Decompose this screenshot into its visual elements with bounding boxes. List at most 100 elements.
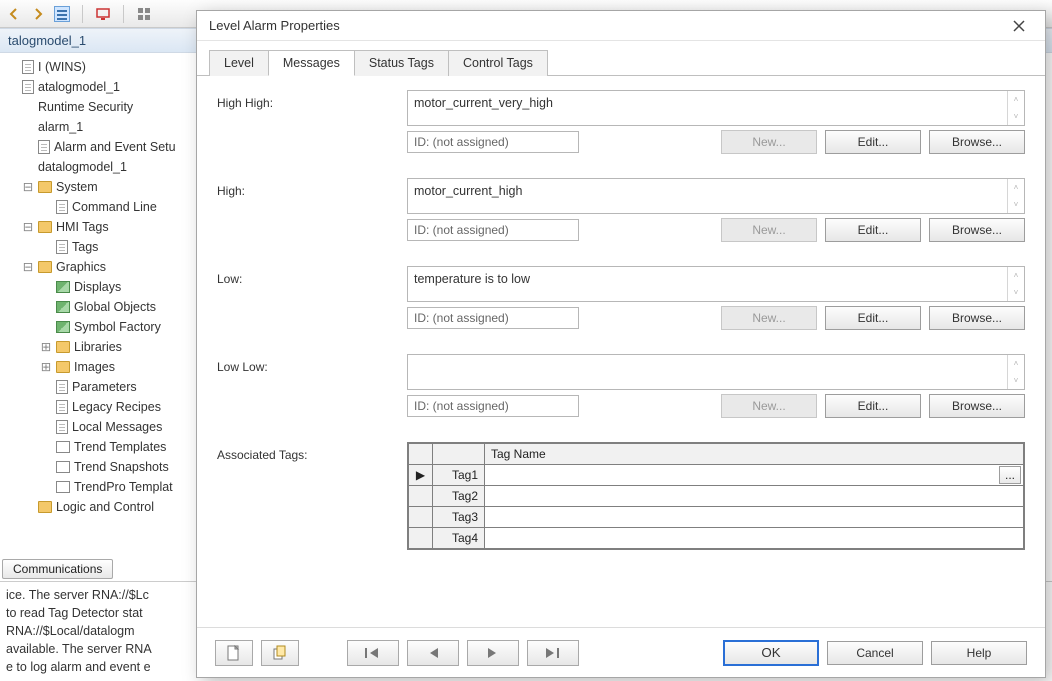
tree-twisty-icon[interactable]: ⊞ — [40, 337, 52, 357]
edit-button[interactable]: Edit... — [825, 306, 921, 330]
level-alarm-properties-dialog: Level Alarm Properties Level Messages St… — [196, 10, 1046, 678]
tree-item-label: Global Objects — [74, 297, 156, 317]
associated-tags-label: Associated Tags: — [217, 442, 397, 462]
spin-up-icon[interactable]: ˄ — [1008, 91, 1024, 108]
spin-buttons[interactable]: ˄˅ — [1007, 267, 1024, 301]
monitor-icon[interactable] — [95, 6, 111, 22]
spin-up-icon[interactable]: ˄ — [1008, 267, 1024, 284]
field-label: Low: — [217, 266, 397, 286]
copy-record-icon[interactable] — [261, 640, 299, 666]
chart-icon — [56, 441, 70, 453]
back-icon[interactable] — [6, 6, 22, 22]
spin-buttons[interactable]: ˄˅ — [1007, 179, 1024, 213]
tab-status-tags[interactable]: Status Tags — [354, 50, 449, 76]
dialog-body: High High: motor_current_very_high˄˅ ID: (… — [197, 76, 1045, 627]
ok-button[interactable]: OK — [723, 640, 819, 666]
tree-item-label: Graphics — [56, 257, 106, 277]
spin-down-icon[interactable]: ˅ — [1008, 372, 1024, 389]
ellipsis-button[interactable]: ... — [999, 466, 1021, 484]
last-record-icon[interactable] — [527, 640, 579, 666]
grid-row-value[interactable] — [485, 528, 1023, 548]
tree-item-label: Alarm and Event Setu — [54, 137, 176, 157]
new-button: New... — [721, 130, 817, 154]
dialog-tabs: Level Messages Status Tags Control Tags — [197, 41, 1045, 76]
list-icon[interactable] — [54, 6, 70, 22]
first-record-icon[interactable] — [347, 640, 399, 666]
grid-header-blank — [433, 444, 485, 464]
tree-item-label: atalogmodel_1 — [38, 77, 120, 97]
browse-button[interactable]: Browse... — [929, 394, 1025, 418]
message-input[interactable]: motor_current_high˄˅ — [407, 178, 1025, 214]
spin-buttons[interactable]: ˄˅ — [1007, 91, 1024, 125]
grid-row[interactable]: ▶Tag1... — [409, 464, 1023, 485]
browse-button[interactable]: Browse... — [929, 306, 1025, 330]
tree-item-label: Legacy Recipes — [72, 397, 161, 417]
tree-twisty-icon[interactable]: ⊟ — [22, 177, 34, 197]
file-icon — [56, 200, 68, 214]
tree-twisty-icon[interactable]: ⊟ — [22, 257, 34, 277]
grid-row[interactable]: Tag3 — [409, 506, 1023, 527]
cancel-button[interactable]: Cancel — [827, 641, 923, 665]
message-input[interactable]: ˄˅ — [407, 354, 1025, 390]
tab-messages[interactable]: Messages — [268, 50, 355, 76]
browse-button[interactable]: Browse... — [929, 218, 1025, 242]
tree-item-label: Displays — [74, 277, 121, 297]
next-record-icon[interactable] — [467, 640, 519, 666]
grid-row-marker — [409, 486, 433, 506]
new-record-icon[interactable] — [215, 640, 253, 666]
spin-down-icon[interactable]: ˅ — [1008, 284, 1024, 301]
grid-row-value[interactable]: ... — [485, 465, 1023, 485]
file-icon — [56, 240, 68, 254]
grid-header-marker — [409, 444, 433, 464]
record-navigation — [347, 640, 579, 666]
file-icon — [38, 140, 50, 154]
tab-control-tags[interactable]: Control Tags — [448, 50, 548, 76]
edit-button[interactable]: Edit... — [825, 394, 921, 418]
tree-twisty-icon[interactable]: ⊞ — [40, 357, 52, 377]
prev-record-icon[interactable] — [407, 640, 459, 666]
grid-row-value[interactable] — [485, 486, 1023, 506]
message-input[interactable]: motor_current_very_high˄˅ — [407, 90, 1025, 126]
communications-tab-button[interactable]: Communications — [2, 559, 113, 579]
help-button[interactable]: Help — [931, 641, 1027, 665]
spin-up-icon[interactable]: ˄ — [1008, 355, 1024, 372]
edit-button[interactable]: Edit... — [825, 130, 921, 154]
folder-icon — [38, 181, 52, 193]
chart-icon — [56, 461, 70, 473]
img-icon — [56, 281, 70, 293]
associated-tags-grid: Tag Name▶Tag1...Tag2Tag3Tag4 — [407, 442, 1025, 550]
file-icon — [56, 420, 68, 434]
img-icon — [56, 301, 70, 313]
tree-item-label: Libraries — [74, 337, 122, 357]
id-display: ID: (not assigned) — [407, 395, 579, 417]
dialog-titlebar: Level Alarm Properties — [197, 11, 1045, 41]
grid-row-label: Tag1 — [433, 465, 485, 485]
field-label: High High: — [217, 90, 397, 110]
spin-down-icon[interactable]: ˅ — [1008, 196, 1024, 213]
grid-row-value[interactable] — [485, 507, 1023, 527]
grid-icon[interactable] — [136, 6, 152, 22]
tree-item-label: Symbol Factory — [74, 317, 161, 337]
browse-button[interactable]: Browse... — [929, 130, 1025, 154]
close-icon[interactable] — [1001, 14, 1037, 38]
grid-row-label: Tag4 — [433, 528, 485, 548]
edit-button[interactable]: Edit... — [825, 218, 921, 242]
spin-down-icon[interactable]: ˅ — [1008, 108, 1024, 125]
grid-row[interactable]: Tag2 — [409, 485, 1023, 506]
message-input[interactable]: temperature is to low˄˅ — [407, 266, 1025, 302]
spin-buttons[interactable]: ˄˅ — [1007, 355, 1024, 389]
tree-item-label: HMI Tags — [56, 217, 109, 237]
chart-icon — [56, 481, 70, 493]
tree-item-label: datalogmodel_1 — [38, 157, 127, 177]
field-label: Low Low: — [217, 354, 397, 374]
file-icon — [22, 60, 34, 74]
grid-row[interactable]: Tag4 — [409, 527, 1023, 548]
forward-icon[interactable] — [30, 6, 46, 22]
spin-up-icon[interactable]: ˄ — [1008, 179, 1024, 196]
tab-level[interactable]: Level — [209, 50, 269, 76]
tree-item-label: Logic and Control — [56, 497, 154, 517]
id-display: ID: (not assigned) — [407, 219, 579, 241]
dialog-footer: OK Cancel Help — [197, 627, 1045, 677]
tree-twisty-icon[interactable]: ⊟ — [22, 217, 34, 237]
grid-header-tagname: Tag Name — [485, 444, 1023, 464]
